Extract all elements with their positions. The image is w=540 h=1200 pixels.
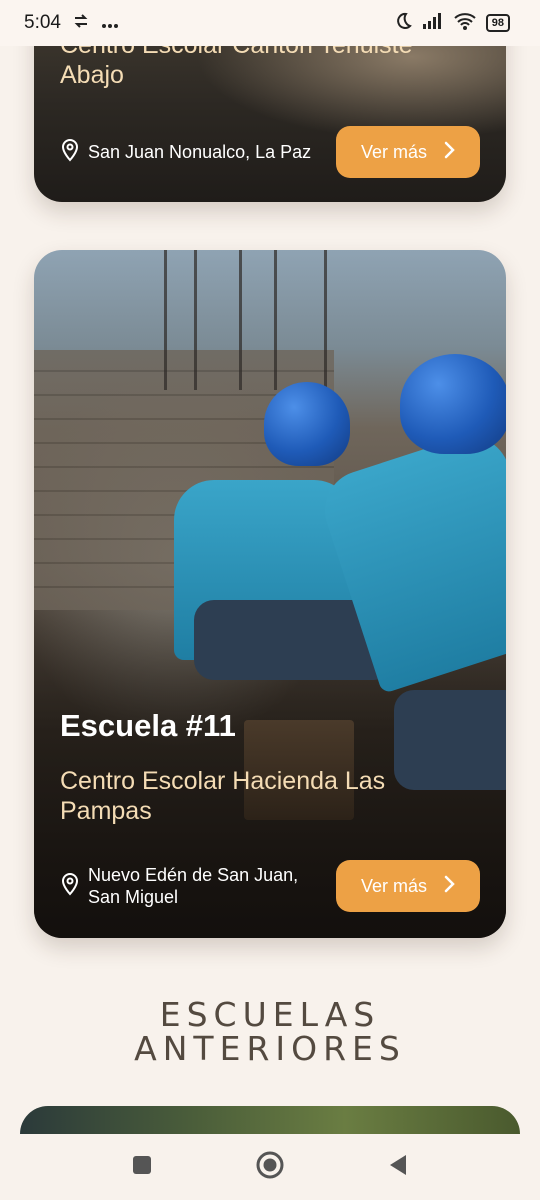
section-heading-line1: ESCUELAS (159, 995, 381, 1034)
recents-button[interactable] (122, 1147, 162, 1187)
battery-icon: 98 (485, 14, 510, 32)
nav-bar (0, 1134, 540, 1200)
status-bar: 5:04 98 (0, 0, 540, 46)
square-icon (132, 1155, 152, 1180)
photo-helmet-left (264, 382, 350, 466)
card-text: Escuela #11 Centro Escolar Hacienda Las … (60, 708, 480, 826)
sync-icon (71, 12, 91, 35)
status-right: 98 (394, 12, 510, 35)
back-button[interactable] (378, 1147, 418, 1187)
section-heading: ESCUELAS ANTERIORES (0, 998, 540, 1066)
card-location: Nuevo Edén de San Juan, San Miguel (60, 864, 324, 908)
ver-mas-button[interactable]: Ver más (336, 860, 480, 912)
moon-icon (394, 12, 412, 35)
more-icon (101, 13, 119, 34)
section-heading-line2: ANTERIORES (134, 1029, 406, 1068)
wifi-icon (454, 12, 476, 35)
school-card[interactable]: Escuela #11 Centro Escolar Hacienda Las … (34, 250, 506, 938)
button-label: Ver más (360, 875, 428, 896)
card-footer: San Juan Nonualco, La Paz Ver más (60, 126, 480, 178)
card-location: San Juan Nonualco, La Paz (60, 138, 324, 167)
location-text: San Juan Nonualco, La Paz (88, 142, 312, 162)
status-left: 5:04 (24, 12, 119, 35)
location-text: Nuevo Edén de San Juan, San Miguel (88, 865, 299, 907)
card-footer: Nuevo Edén de San Juan, San Miguel Ver m… (60, 860, 480, 912)
photo-helmet-right (400, 354, 506, 454)
back-triangle-icon (388, 1154, 408, 1181)
chevron-right-icon (443, 141, 455, 164)
card-title: Centro Escolar Hacienda Las Pampas (60, 767, 386, 825)
chevron-right-icon (443, 875, 455, 898)
location-pin-icon (60, 872, 80, 901)
status-time: 5:04 (24, 12, 61, 33)
home-circle-icon (256, 1151, 284, 1184)
school-number: Escuela #11 (60, 708, 236, 743)
signal-icon (422, 12, 444, 34)
button-label: Ver más (360, 141, 428, 162)
home-button[interactable] (250, 1147, 290, 1187)
location-pin-icon (60, 138, 80, 167)
ver-mas-button[interactable]: Ver más (336, 126, 480, 178)
school-photo (34, 250, 506, 938)
